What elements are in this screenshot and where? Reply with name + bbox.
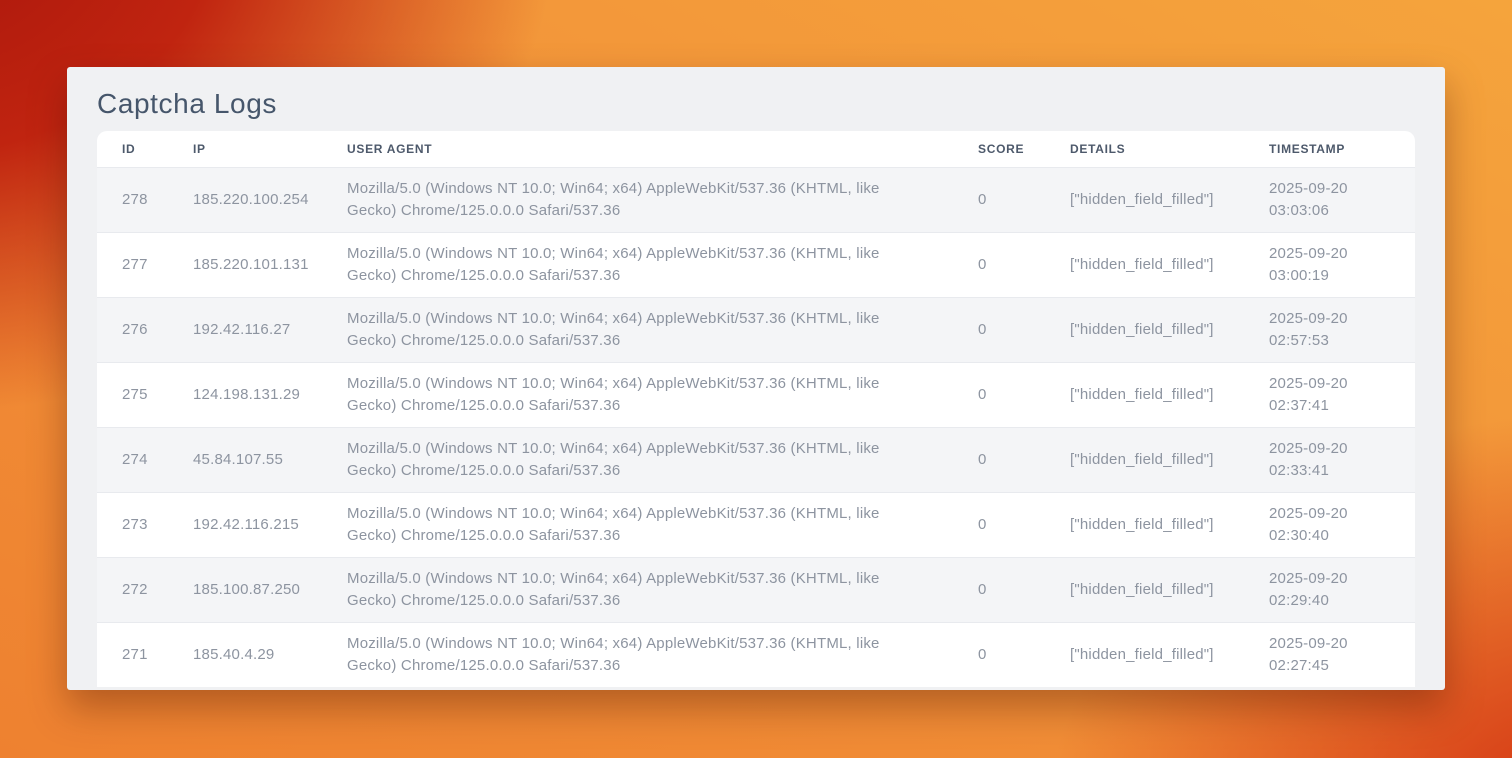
cell-ip: 185.40.4.29 bbox=[168, 644, 322, 666]
cell-details: ["hidden_field_filled"] bbox=[1045, 189, 1244, 211]
table-header: IDIPUSER AGENTSCOREDETAILSTIMESTAMP bbox=[97, 131, 1415, 167]
page-title: Captcha Logs bbox=[97, 87, 1415, 121]
cell-ip: 185.220.100.254 bbox=[168, 189, 322, 211]
cell-timestamp: 2025-09-20 02:57:53 bbox=[1244, 308, 1415, 352]
table-header-row: IDIPUSER AGENTSCOREDETAILSTIMESTAMP bbox=[97, 131, 1415, 167]
cell-score: 0 bbox=[953, 254, 1045, 276]
table-row: 271185.40.4.29Mozilla/5.0 (Windows NT 10… bbox=[97, 622, 1415, 687]
table-row: 275124.198.131.29Mozilla/5.0 (Windows NT… bbox=[97, 362, 1415, 427]
cell-user_agent: Mozilla/5.0 (Windows NT 10.0; Win64; x64… bbox=[322, 503, 953, 547]
column-header-details: DETAILS bbox=[1045, 142, 1244, 156]
table-row: 273192.42.116.215Mozilla/5.0 (Windows NT… bbox=[97, 492, 1415, 557]
table-row: 277185.220.101.131Mozilla/5.0 (Windows N… bbox=[97, 232, 1415, 297]
cell-ip: 192.42.116.215 bbox=[168, 514, 322, 536]
cell-details: ["hidden_field_filled"] bbox=[1045, 449, 1244, 471]
cell-details: ["hidden_field_filled"] bbox=[1045, 579, 1244, 601]
column-header-score: SCORE bbox=[953, 142, 1045, 156]
cell-id: 278 bbox=[97, 189, 168, 211]
cell-id: 277 bbox=[97, 254, 168, 276]
cell-details: ["hidden_field_filled"] bbox=[1045, 319, 1244, 341]
cell-timestamp: 2025-09-20 02:27:45 bbox=[1244, 633, 1415, 677]
cell-id: 271 bbox=[97, 644, 168, 666]
desktop-background: { "page": { "title": "Captcha Logs" }, "… bbox=[0, 0, 1512, 758]
cell-score: 0 bbox=[953, 319, 1045, 341]
cell-details: ["hidden_field_filled"] bbox=[1045, 254, 1244, 276]
cell-timestamp: 2025-09-20 03:00:19 bbox=[1244, 243, 1415, 287]
cell-timestamp: 2025-09-20 02:37:41 bbox=[1244, 373, 1415, 417]
captcha-logs-table[interactable]: IDIPUSER AGENTSCOREDETAILSTIMESTAMP 2781… bbox=[97, 131, 1415, 687]
table-row: 27445.84.107.55Mozilla/5.0 (Windows NT 1… bbox=[97, 427, 1415, 492]
cell-id: 274 bbox=[97, 449, 168, 471]
table-body: 278185.220.100.254Mozilla/5.0 (Windows N… bbox=[97, 167, 1415, 687]
captcha-logs-card: Captcha Logs IDIPUSER AGENTSCOREDETAILST… bbox=[67, 67, 1445, 690]
cell-user_agent: Mozilla/5.0 (Windows NT 10.0; Win64; x64… bbox=[322, 568, 953, 612]
table-row: 276192.42.116.27Mozilla/5.0 (Windows NT … bbox=[97, 297, 1415, 362]
table-row: 272185.100.87.250Mozilla/5.0 (Windows NT… bbox=[97, 557, 1415, 622]
cell-timestamp: 2025-09-20 02:33:41 bbox=[1244, 438, 1415, 482]
cell-timestamp: 2025-09-20 02:30:40 bbox=[1244, 503, 1415, 547]
cell-ip: 185.220.101.131 bbox=[168, 254, 322, 276]
column-header-id: ID bbox=[97, 142, 168, 156]
cell-ip: 124.198.131.29 bbox=[168, 384, 322, 406]
cell-timestamp: 2025-09-20 03:03:06 bbox=[1244, 178, 1415, 222]
cell-timestamp: 2025-09-20 02:29:40 bbox=[1244, 568, 1415, 612]
cell-user_agent: Mozilla/5.0 (Windows NT 10.0; Win64; x64… bbox=[322, 373, 953, 417]
column-header-timestamp: TIMESTAMP bbox=[1244, 142, 1415, 156]
cell-user_agent: Mozilla/5.0 (Windows NT 10.0; Win64; x64… bbox=[322, 633, 953, 677]
cell-user_agent: Mozilla/5.0 (Windows NT 10.0; Win64; x64… bbox=[322, 178, 953, 222]
cell-score: 0 bbox=[953, 189, 1045, 211]
table-row: 278185.220.100.254Mozilla/5.0 (Windows N… bbox=[97, 167, 1415, 232]
cell-ip: 192.42.116.27 bbox=[168, 319, 322, 341]
cell-score: 0 bbox=[953, 644, 1045, 666]
cell-ip: 45.84.107.55 bbox=[168, 449, 322, 471]
cell-id: 276 bbox=[97, 319, 168, 341]
column-header-ip: IP bbox=[168, 142, 322, 156]
cell-id: 273 bbox=[97, 514, 168, 536]
cell-id: 272 bbox=[97, 579, 168, 601]
cell-details: ["hidden_field_filled"] bbox=[1045, 514, 1244, 536]
cell-id: 275 bbox=[97, 384, 168, 406]
cell-user_agent: Mozilla/5.0 (Windows NT 10.0; Win64; x64… bbox=[322, 308, 953, 352]
cell-details: ["hidden_field_filled"] bbox=[1045, 644, 1244, 666]
column-header-user_agent: USER AGENT bbox=[322, 142, 953, 156]
cell-user_agent: Mozilla/5.0 (Windows NT 10.0; Win64; x64… bbox=[322, 243, 953, 287]
cell-score: 0 bbox=[953, 384, 1045, 406]
cell-ip: 185.100.87.250 bbox=[168, 579, 322, 601]
cell-details: ["hidden_field_filled"] bbox=[1045, 384, 1244, 406]
cell-user_agent: Mozilla/5.0 (Windows NT 10.0; Win64; x64… bbox=[322, 438, 953, 482]
cell-score: 0 bbox=[953, 579, 1045, 601]
cell-score: 0 bbox=[953, 514, 1045, 536]
cell-score: 0 bbox=[953, 449, 1045, 471]
